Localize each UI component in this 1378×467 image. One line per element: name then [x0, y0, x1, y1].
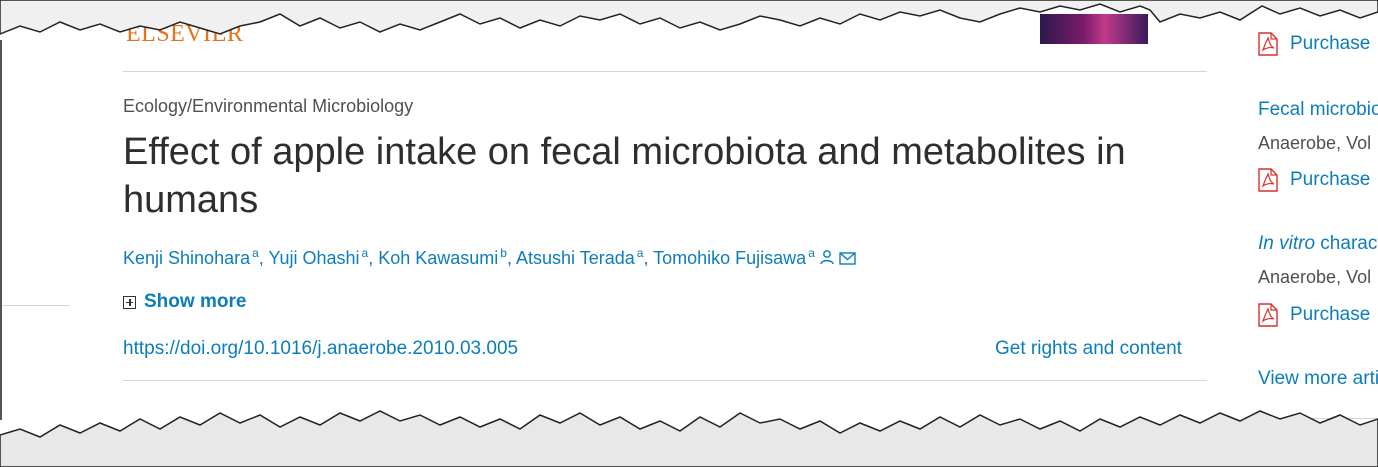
- divider: [123, 71, 1207, 72]
- author-link[interactable]: Atsushi Terada: [516, 248, 635, 268]
- sidebar-item-journal: Anaerobe, Vol: [1258, 133, 1378, 154]
- sidebar-item-title: In vitro characterization: [1258, 233, 1378, 255]
- affiliation-marker[interactable]: b: [500, 246, 507, 260]
- purchase-pdf-link[interactable]: Purchase: [1290, 304, 1370, 326]
- author-link[interactable]: Kenji Shinohara: [123, 248, 250, 268]
- article-subject: Ecology/Environmental Microbiology: [123, 96, 414, 116]
- author-link[interactable]: Tomohiko Fujisawa: [653, 248, 806, 268]
- divider: [123, 380, 1207, 381]
- author-list: Kenji Shinohara a, Yuji Ohashi a, Koh Kawa…: [123, 246, 856, 270]
- sidebar-item-title: Fecal microbiota: [1258, 99, 1378, 121]
- article-title: Effect of apple intake on fecal microbio…: [123, 131, 1126, 221]
- torn-edge-top: [0, 0, 1378, 35]
- sidebar-purchase-row: Purchase: [1258, 303, 1378, 327]
- author-link[interactable]: Koh Kawasumi: [378, 248, 498, 268]
- author-link[interactable]: Yuji Ohashi: [268, 248, 359, 268]
- purchase-pdf-link[interactable]: Purchase: [1290, 169, 1370, 191]
- show-more-label: Show more: [144, 291, 247, 312]
- show-more-button[interactable]: Show more: [123, 291, 246, 313]
- person-icon[interactable]: [819, 249, 835, 270]
- page-left-edge: [0, 40, 2, 420]
- title-italic-part: In vitro: [1258, 233, 1316, 254]
- title-rest-part: characterization: [1320, 233, 1378, 254]
- sidebar-purchase-row: Purchase: [1258, 168, 1378, 192]
- recommended-article-journal: Anaerobe, Vol: [1258, 267, 1372, 287]
- affiliation-marker[interactable]: a: [252, 246, 259, 260]
- recommended-article-link[interactable]: Fecal microbiota: [1258, 99, 1378, 120]
- sidebar-view-more: View more articles: [1258, 368, 1378, 390]
- view-more-articles-link[interactable]: View more articles: [1258, 368, 1378, 389]
- recommended-article-journal: Anaerobe, Vol: [1258, 133, 1372, 153]
- divider: [0, 305, 70, 306]
- envelope-icon[interactable]: [839, 249, 856, 270]
- rights-link[interactable]: Get rights and content: [995, 338, 1182, 360]
- doi-link[interactable]: https://doi.org/10.1016/j.anaerobe.2010.…: [123, 338, 518, 360]
- affiliation-marker[interactable]: a: [808, 246, 815, 260]
- sidebar-item-journal: Anaerobe, Vol: [1258, 267, 1378, 288]
- recommended-article-link[interactable]: In vitro characterization: [1258, 233, 1378, 254]
- pdf-icon: [1258, 168, 1278, 192]
- plus-box-icon: [123, 295, 136, 309]
- pdf-icon: [1258, 303, 1278, 327]
- torn-edge-bottom: [0, 410, 1378, 467]
